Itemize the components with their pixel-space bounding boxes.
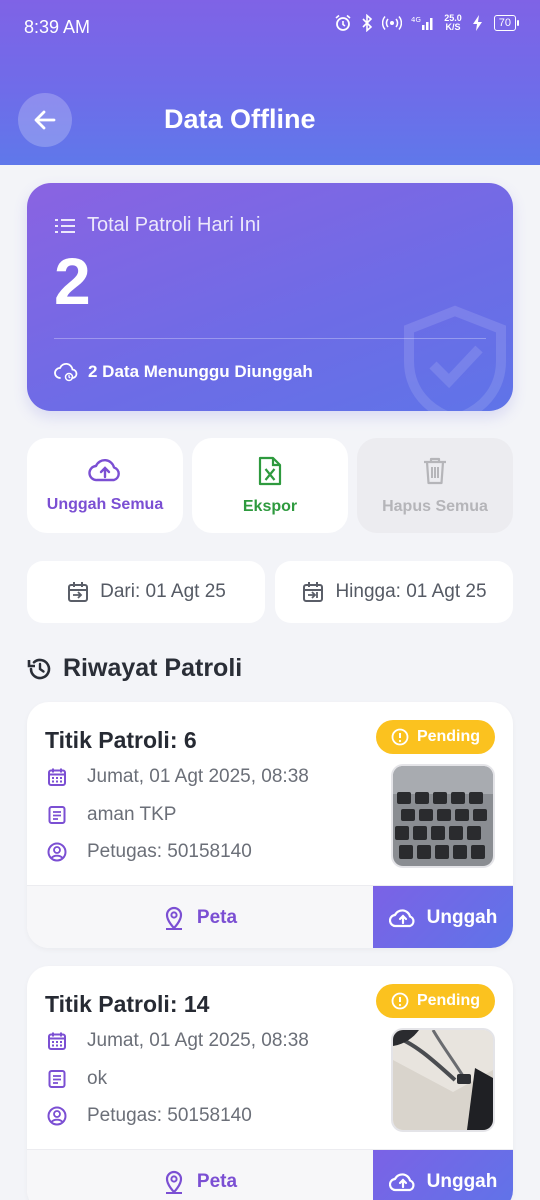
map-pin-icon bbox=[165, 906, 183, 930]
section-title: Riwayat Patroli bbox=[27, 654, 242, 683]
export-label: Ekspor bbox=[242, 497, 298, 515]
date-from-label: Dari: 01 Agt 25 bbox=[100, 581, 226, 602]
cloud-upload-icon bbox=[388, 1172, 415, 1191]
calendar-icon bbox=[48, 768, 66, 786]
calendar-start-icon bbox=[68, 582, 89, 602]
officer-text: Petugas: 50158140 bbox=[87, 841, 252, 862]
cloud-upload-icon bbox=[88, 458, 120, 481]
app-header: 8:39 AM 4G 25.0 K/S 70 Data Offline bbox=[0, 0, 540, 165]
patrol-point-title: Titik Patroli: 6 bbox=[45, 727, 197, 753]
note-text: ok bbox=[87, 1068, 108, 1089]
back-button[interactable] bbox=[18, 93, 72, 147]
card-footer: Peta Unggah bbox=[27, 1149, 513, 1200]
upload-button[interactable]: Unggah bbox=[373, 1150, 513, 1200]
export-button[interactable]: Ekspor bbox=[192, 438, 348, 533]
status-icons: 4G 25.0 K/S 70 bbox=[334, 14, 520, 32]
net-speed: 25.0 K/S bbox=[444, 14, 462, 32]
status-bar: 8:39 AM 4G 25.0 K/S 70 bbox=[0, 0, 540, 56]
upload-button[interactable]: Unggah bbox=[373, 886, 513, 948]
summary-label-text: Total Patroli Hari Ini bbox=[87, 214, 261, 236]
cloud-sync-icon bbox=[54, 362, 78, 382]
summary-label: Total Patroli Hari Ini bbox=[55, 214, 260, 237]
trash-icon bbox=[424, 457, 446, 484]
user-circle-icon bbox=[47, 1106, 67, 1126]
note-text: aman TKP bbox=[87, 804, 177, 825]
arrow-left-icon bbox=[34, 110, 56, 130]
patrol-record-card[interactable]: Titik Patroli: 14 Pending Jumat, 01 Agt … bbox=[27, 966, 513, 1200]
upload-all-button[interactable]: Unggah Semua bbox=[27, 438, 183, 533]
summary-card: Total Patroli Hari Ini 2 2 Data Menunggu… bbox=[27, 183, 513, 411]
status-time: 8:39 AM bbox=[24, 17, 91, 37]
note-row: aman TKP bbox=[47, 804, 176, 826]
status-text: Pending bbox=[416, 728, 481, 745]
status-badge: Pending bbox=[376, 720, 495, 754]
upload-all-label: Unggah Semua bbox=[46, 495, 164, 513]
section-title-text: Riwayat Patroli bbox=[63, 654, 243, 682]
datetime-row: Jumat, 01 Agt 2025, 08:38 bbox=[47, 1030, 309, 1052]
map-button[interactable]: Peta bbox=[27, 886, 373, 948]
status-text: Pending bbox=[416, 992, 481, 1009]
date-to-button[interactable]: Hingga: 01 Agt 25 bbox=[275, 561, 513, 623]
hotspot-icon bbox=[382, 15, 403, 31]
officer-row: Petugas: 50158140 bbox=[47, 1105, 252, 1127]
excel-file-icon bbox=[258, 456, 282, 485]
map-label: Peta bbox=[196, 1170, 238, 1192]
date-from-button[interactable]: Dari: 01 Agt 25 bbox=[27, 561, 265, 623]
note-icon bbox=[48, 1070, 66, 1088]
officer-text: Petugas: 50158140 bbox=[87, 1105, 252, 1126]
note-row: ok bbox=[47, 1068, 107, 1090]
battery-indicator: 70 bbox=[493, 15, 520, 31]
date-to-label: Hingga: 01 Agt 25 bbox=[335, 581, 487, 602]
shield-check-icon bbox=[404, 305, 506, 411]
upload-label: Unggah bbox=[426, 1170, 498, 1192]
datetime-row: Jumat, 01 Agt 2025, 08:38 bbox=[47, 766, 309, 788]
note-icon bbox=[48, 806, 66, 824]
list-icon bbox=[55, 218, 75, 233]
cloud-upload-icon bbox=[388, 908, 415, 927]
bluetooth-icon bbox=[361, 14, 373, 32]
datetime-text: Jumat, 01 Agt 2025, 08:38 bbox=[87, 766, 309, 787]
datetime-text: Jumat, 01 Agt 2025, 08:38 bbox=[87, 1030, 309, 1051]
delete-all-button[interactable]: Hapus Semua bbox=[357, 438, 513, 533]
upload-label: Unggah bbox=[426, 906, 498, 928]
delete-all-label: Hapus Semua bbox=[382, 497, 488, 515]
patrol-photo[interactable] bbox=[391, 764, 495, 868]
map-button[interactable]: Peta bbox=[27, 1150, 373, 1200]
pending-upload-text: 2 Data Menunggu Diunggah bbox=[88, 362, 313, 381]
calendar-end-icon bbox=[303, 582, 324, 602]
charging-icon bbox=[471, 15, 485, 31]
user-circle-icon bbox=[47, 842, 67, 862]
page-title: Data Offline bbox=[164, 104, 316, 134]
svg-text:4G: 4G bbox=[411, 16, 421, 24]
map-pin-icon bbox=[165, 1170, 183, 1194]
alert-circle-icon bbox=[391, 728, 409, 746]
patrol-record-card[interactable]: Titik Patroli: 6 Pending Jumat, 01 Agt 2… bbox=[27, 702, 513, 948]
officer-row: Petugas: 50158140 bbox=[47, 841, 252, 863]
net-speed-unit: K/S bbox=[445, 22, 461, 32]
card-footer: Peta Unggah bbox=[27, 885, 513, 948]
map-label: Peta bbox=[196, 906, 238, 928]
signal-icon: 4G bbox=[411, 15, 435, 31]
status-badge: Pending bbox=[376, 984, 495, 1018]
patrol-point-title: Titik Patroli: 14 bbox=[45, 991, 210, 1017]
alert-circle-icon bbox=[391, 992, 409, 1010]
patrol-photo[interactable] bbox=[391, 1028, 495, 1132]
calendar-icon bbox=[48, 1032, 66, 1050]
history-icon bbox=[27, 658, 51, 679]
pending-upload-info: 2 Data Menunggu Diunggah bbox=[54, 362, 313, 382]
summary-count: 2 bbox=[54, 244, 91, 318]
alarm-icon bbox=[334, 14, 352, 32]
